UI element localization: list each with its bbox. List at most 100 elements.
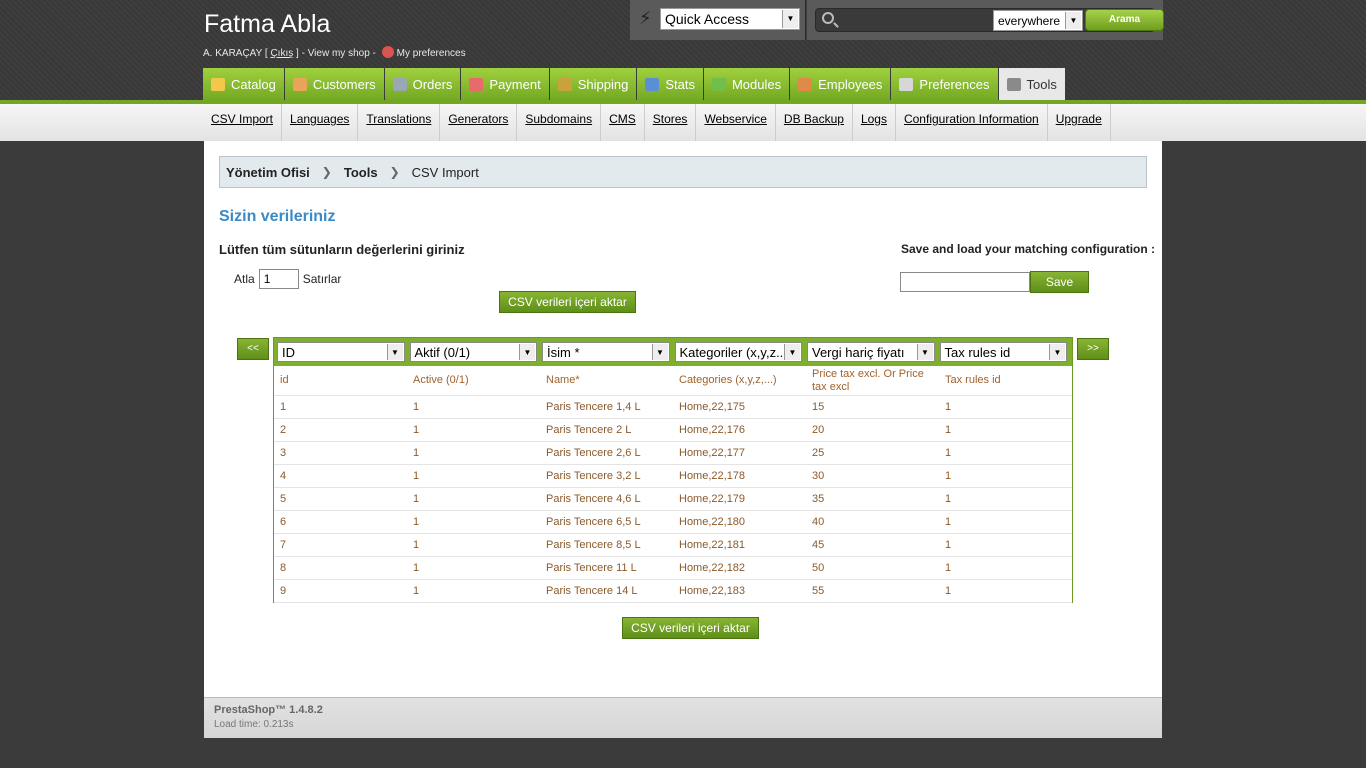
- sub-item-upgrade[interactable]: Upgrade: [1048, 104, 1111, 141]
- sub-item-stores[interactable]: Stores: [645, 104, 697, 141]
- tab-label: Preferences: [919, 76, 990, 92]
- tab-payment[interactable]: Payment: [461, 68, 549, 100]
- table-row: 8 1 Paris Tencere 11 L Home,22,182 50 1: [274, 557, 1072, 580]
- table-cell: 25: [812, 447, 825, 459]
- table-header-cell: Tax rules id: [945, 374, 1001, 386]
- table-cell: Home,22,181: [679, 539, 746, 551]
- column-select-value: ID: [282, 345, 295, 360]
- search-box: everywhere ▼ Arama: [815, 8, 1164, 32]
- tab-label: Modules: [731, 76, 782, 92]
- table-header-cell: Name*: [546, 374, 580, 386]
- tab-preferences[interactable]: Preferences: [891, 68, 998, 100]
- table-cell: Home,22,177: [679, 447, 746, 459]
- footer: PrestaShop™ 1.4.8.2 Load time: 0.213s: [204, 697, 1162, 738]
- chevron-down-icon: ▼: [651, 344, 668, 360]
- table-cell: 45: [812, 539, 825, 551]
- view-shop-link[interactable]: View my shop: [308, 48, 370, 59]
- tab-employees[interactable]: Employees: [790, 68, 891, 100]
- table-cell: 35: [812, 493, 825, 505]
- sub-item-subdomains[interactable]: Subdomains: [517, 104, 602, 141]
- sub-item-translations[interactable]: Translations: [358, 104, 441, 141]
- tab-modules[interactable]: Modules: [703, 68, 790, 100]
- lightning-icon: ⚡: [639, 8, 652, 28]
- table-cell: 1: [945, 470, 952, 482]
- next-columns-button[interactable]: >>: [1077, 338, 1109, 360]
- tab-tools[interactable]: Tools: [998, 68, 1065, 100]
- sub-item-logs[interactable]: Logs: [853, 104, 896, 141]
- column-select-1[interactable]: ID ▼: [277, 342, 405, 362]
- footer-load-time: Load time: 0.213s: [214, 719, 294, 730]
- table-cell: 5: [280, 493, 287, 505]
- quick-access-panel: ⚡ Quick Access ▼: [630, 0, 806, 40]
- column-select-3[interactable]: İsim * ▼: [542, 342, 670, 362]
- column-select-value: Kategoriler (x,y,z...): [679, 345, 792, 360]
- tab-customers[interactable]: Customers: [284, 68, 384, 100]
- table-cell: Home,22,179: [679, 493, 746, 505]
- column-select-6[interactable]: Tax rules id ▼: [939, 342, 1067, 362]
- tab-catalog[interactable]: Catalog: [203, 68, 284, 100]
- prev-columns-button[interactable]: <<: [237, 338, 269, 360]
- chevron-down-icon: ▼: [386, 344, 403, 360]
- content-area: Yönetim Ofisi ❯ Tools ❯ CSV Import Sizin…: [204, 141, 1162, 697]
- table-cell: 1: [945, 447, 952, 459]
- import-csv-button-bottom[interactable]: CSV verileri içeri aktar: [622, 617, 759, 639]
- table-cell: 1: [413, 516, 420, 528]
- table-row: 7 1 Paris Tencere 8,5 L Home,22,181 45 1: [274, 534, 1072, 557]
- sub-menu: CSV Import Languages Translations Genera…: [0, 104, 1366, 141]
- payment-icon: [469, 77, 484, 91]
- import-csv-button-top[interactable]: CSV verileri içeri aktar: [499, 291, 636, 313]
- tab-label: Stats: [665, 76, 695, 92]
- breadcrumb-root[interactable]: Yönetim Ofisi: [226, 165, 310, 180]
- table-cell: 1: [280, 401, 287, 413]
- sub-item-languages[interactable]: Languages: [282, 104, 359, 141]
- table-cell: 7: [280, 539, 287, 551]
- quick-access-value: Quick Access: [665, 11, 750, 27]
- table-cell: 2: [280, 424, 287, 436]
- sub-item-cms[interactable]: CMS: [601, 104, 645, 141]
- tab-label: Payment: [489, 76, 541, 92]
- search-input[interactable]: [840, 11, 990, 29]
- table-cell: 1: [945, 585, 952, 597]
- sub-item-generators[interactable]: Generators: [440, 104, 518, 141]
- skip-rows-input[interactable]: [258, 269, 299, 289]
- sub-item-csv-import[interactable]: CSV Import: [203, 104, 283, 141]
- table-cell: 1: [413, 447, 420, 459]
- page-title: Sizin verileriniz: [219, 208, 336, 225]
- table-cell: Paris Tencere 6,5 L: [546, 516, 641, 528]
- table-cell: Home,22,180: [679, 516, 746, 528]
- search-button[interactable]: Arama: [1085, 9, 1164, 31]
- chevron-right-icon: ❯: [389, 165, 400, 179]
- breadcrumb-section[interactable]: Tools: [344, 165, 378, 180]
- tab-stats[interactable]: Stats: [637, 68, 703, 100]
- table-cell: 3: [280, 447, 287, 459]
- config-name-input[interactable]: [900, 272, 1030, 292]
- table-header-cell: Categories (x,y,z,...): [679, 374, 777, 386]
- tab-shipping[interactable]: Shipping: [549, 68, 637, 100]
- column-select-value: Tax rules id: [944, 345, 1011, 360]
- sub-item-webservice[interactable]: Webservice: [696, 104, 776, 141]
- table-cell: 1: [413, 470, 420, 482]
- table-cell: 15: [812, 401, 825, 413]
- stats-icon: [645, 77, 660, 91]
- column-select-5[interactable]: Vergi hariç fiyatı ▼: [807, 342, 935, 362]
- search-scope-select[interactable]: everywhere ▼: [993, 10, 1083, 31]
- table-row: 3 1 Paris Tencere 2,6 L Home,22,177 25 1: [274, 442, 1072, 465]
- customers-icon: [292, 77, 307, 91]
- quick-access-select[interactable]: Quick Access ▼: [660, 8, 800, 30]
- table-cell: 50: [812, 562, 825, 574]
- sub-item-configuration-information[interactable]: Configuration Information: [896, 104, 1048, 141]
- column-select-4[interactable]: Kategoriler (x,y,z...) ▼: [674, 342, 802, 362]
- top-header: Fatma Abla A. KARAÇAY [ Çıkış ] - View m…: [0, 0, 1366, 102]
- column-select-2[interactable]: Aktif (0/1) ▼: [409, 342, 537, 362]
- sub-item-db-backup[interactable]: DB Backup: [776, 104, 853, 141]
- skip-label: Atla: [234, 272, 255, 286]
- logout-link[interactable]: Çıkış: [270, 48, 293, 59]
- shipping-icon: [557, 77, 572, 91]
- search-scope-value: everywhere: [998, 14, 1061, 28]
- preferences-link[interactable]: My preferences: [397, 48, 466, 59]
- column-select-value: Aktif (0/1): [414, 345, 471, 360]
- table-cell: 1: [945, 562, 952, 574]
- tab-orders[interactable]: Orders: [384, 68, 461, 100]
- save-config-button[interactable]: Save: [1030, 271, 1089, 293]
- preferences-icon: [381, 46, 394, 58]
